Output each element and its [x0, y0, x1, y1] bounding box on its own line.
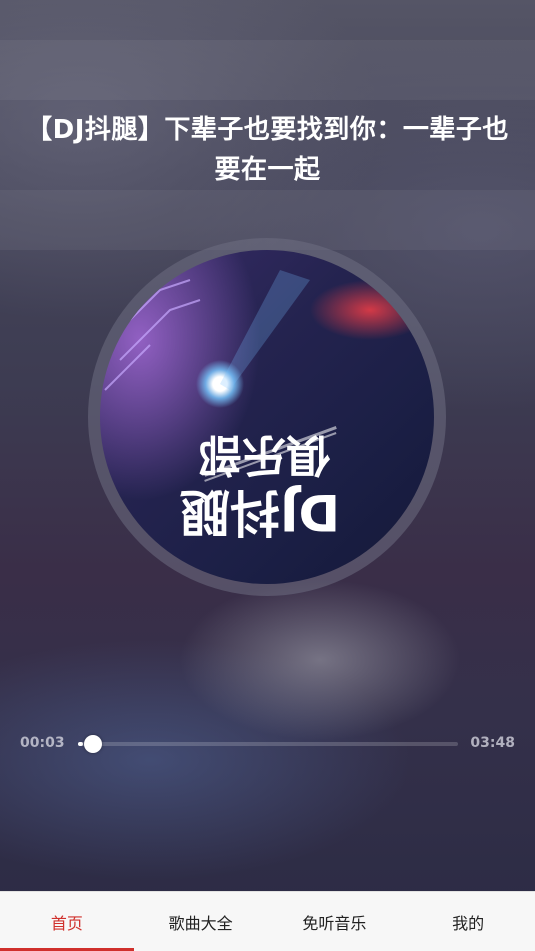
- progress-bar: 00:03 03:48: [0, 730, 535, 760]
- tab-label: 歌曲大全: [168, 914, 233, 933]
- background-blur-band: [0, 40, 535, 100]
- total-time: 03:48: [470, 735, 515, 751]
- tab-label: 我的: [452, 914, 485, 933]
- tab-home[interactable]: 首页: [0, 892, 134, 951]
- album-cover[interactable]: DJ抖腿 俱乐部: [100, 250, 434, 584]
- tab-mine[interactable]: 我的: [401, 892, 535, 951]
- svg-text:DJ抖腿: DJ抖腿: [180, 483, 340, 541]
- tab-free-music[interactable]: 免听音乐: [268, 892, 402, 951]
- player-screen: 【DJ抖腿】下辈子也要找到你：一辈子也要在一起 DJ抖腿 俱乐部 00:03 0…: [0, 0, 535, 951]
- tab-label: 首页: [50, 914, 83, 933]
- tab-songs[interactable]: 歌曲大全: [134, 892, 268, 951]
- album-cover-art: DJ抖腿 俱乐部: [104, 270, 340, 541]
- seek-track[interactable]: [78, 742, 458, 746]
- current-time: 00:03: [20, 735, 65, 751]
- bottom-tab-bar: 首页 歌曲大全 免听音乐 我的: [0, 891, 535, 951]
- tab-label: 免听音乐: [302, 914, 367, 933]
- svg-text:俱乐部: 俱乐部: [198, 429, 331, 480]
- seek-track-fill: [78, 742, 83, 746]
- song-title: 【DJ抖腿】下辈子也要找到你：一辈子也要在一起: [26, 115, 509, 185]
- seek-thumb[interactable]: [83, 735, 102, 753]
